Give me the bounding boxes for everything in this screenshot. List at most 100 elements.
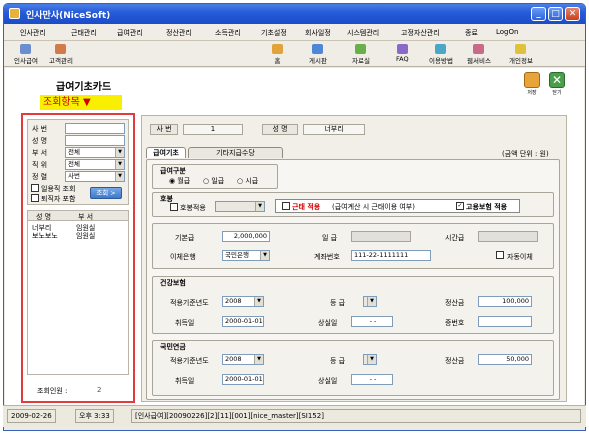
health-cert-input[interactable] (478, 316, 532, 327)
hobong-check-label: 호봉적용 (180, 204, 206, 212)
home-icon (272, 44, 283, 54)
toolbar-label: 홈 (274, 57, 281, 65)
menu-exit[interactable]: 종료 (465, 28, 478, 38)
menu-basic-settings[interactable]: 기초설정 (261, 28, 287, 38)
menu-hr[interactable]: 인사관리 (20, 28, 46, 38)
toolbar-label: 게시판 (309, 57, 327, 65)
chevron-down-icon: ▼ (115, 148, 124, 157)
chevron-down-icon: ▼ (254, 355, 263, 364)
daily-pay-value (351, 231, 411, 242)
title-bar[interactable]: 인사만사(NiceSoft) _ □ ✕ (4, 4, 585, 24)
health-cert-label: 증번호 (445, 319, 465, 327)
menu-attendance[interactable]: 근태관리 (71, 28, 97, 38)
menu-system[interactable]: 시스템관리 (347, 28, 379, 38)
close-label: 닫기 (552, 90, 562, 96)
toolbar-label: 자료실 (352, 57, 370, 65)
toolbar-board-button[interactable]: 게시판 (309, 44, 327, 65)
col-name-header: 성 명 (36, 213, 52, 221)
bank-select[interactable]: 국민은행 ▼ (222, 250, 270, 261)
health-lose-input[interactable]: - - (351, 316, 393, 327)
menu-payroll[interactable]: 급여관리 (117, 28, 143, 38)
employment-insurance-checkbox[interactable]: ✓ (456, 202, 464, 210)
status-date: 2009-02-26 (7, 409, 56, 423)
employee-list: 성 명 부 서 너부리 임원실 보노보노 임원실 (27, 210, 129, 375)
health-get-input[interactable]: 2000-01-01 (222, 316, 264, 327)
pay-type-title: 급여구분 (160, 167, 186, 175)
pension-year-select[interactable]: 2008 ▼ (222, 354, 264, 365)
toolbar-label: 인사급여 (14, 57, 38, 65)
emp-sabun-value: 1 (183, 124, 243, 135)
search-button[interactable]: 조회 > (90, 187, 122, 199)
tab-pay-basic[interactable]: 급여기초 (146, 147, 186, 158)
toolbar-privacy-button[interactable]: 개인정보 (509, 44, 533, 65)
bank-value: 국민은행 (225, 251, 249, 259)
toolbar-customer-button[interactable]: 고객관리 (49, 44, 73, 65)
health-year-select[interactable]: 2008 ▼ (222, 296, 264, 307)
pension-group (152, 340, 554, 396)
name-input[interactable] (65, 135, 125, 146)
dept-label: 부 서 (32, 149, 48, 157)
daily-worker-checkbox[interactable] (31, 184, 39, 192)
list-item-dept: 임원실 (76, 232, 96, 240)
status-time: 오후 3:33 (75, 409, 114, 423)
menu-schedule[interactable]: 회사일정 (305, 28, 331, 38)
save-button[interactable]: 저장 (524, 72, 540, 96)
toolbar-library-button[interactable]: 자료실 (352, 44, 370, 65)
toolbar-web-button[interactable]: 웹서비스 (467, 44, 491, 65)
pension-get-input[interactable]: 2000-01-01 (222, 374, 264, 385)
radio-hourly[interactable]: ○ 시급 (237, 176, 258, 186)
pension-grade-select[interactable]: ▼ (363, 354, 377, 365)
employment-insurance-label: 고용보험 적용 (466, 203, 508, 211)
minimize-button[interactable]: _ (531, 7, 546, 21)
position-label: 직 위 (32, 161, 48, 169)
sort-select[interactable]: 사번 ▼ (65, 171, 125, 182)
health-calc-label: 정산금 (445, 299, 465, 307)
position-select[interactable]: 전체 ▼ (65, 159, 125, 170)
radio-hourly-label: 시급 (245, 177, 259, 185)
radio-monthly[interactable]: ◉ 월급 (169, 176, 190, 186)
bank-label: 이체은행 (170, 253, 196, 261)
health-calc-input[interactable]: 100,000 (478, 296, 532, 307)
health-grade-select[interactable]: ▼ (363, 296, 377, 307)
salary-group (152, 223, 554, 269)
menu-bar: 인사관리 근태관리 급여관리 정산관리 소득관리 기초설정 회사일정 시스템관리… (4, 24, 585, 41)
menu-income[interactable]: 소득관리 (215, 28, 241, 38)
hobong-select[interactable]: ▼ (215, 201, 265, 212)
radio-daily-label: 일급 (211, 177, 225, 185)
pension-year-value: 2008 (225, 355, 242, 363)
radio-daily[interactable]: ○ 일급 (203, 176, 224, 186)
close-page-button[interactable]: ✕ 닫기 (549, 72, 565, 96)
customer-icon (55, 44, 67, 54)
privacy-icon (515, 44, 527, 54)
attendance-apply-checkbox[interactable] (282, 202, 290, 210)
toolbar-faq-button[interactable]: FAQ (396, 44, 409, 63)
sabun-label: 사 번 (32, 125, 48, 133)
radio-monthly-label: 월급 (177, 177, 191, 185)
menu-logon[interactable]: LogOn (496, 28, 518, 36)
account-input[interactable]: 111-22-1111111 (351, 250, 431, 261)
account-label: 계좌번호 (314, 253, 340, 261)
dept-select[interactable]: 전체 ▼ (65, 147, 125, 158)
toolbar-home-button[interactable]: 홈 (272, 44, 283, 65)
toolbar-label: 웹서비스 (467, 57, 491, 65)
auto-transfer-checkbox[interactable] (496, 251, 504, 259)
web-icon (473, 44, 485, 54)
toolbar-label: 고객관리 (49, 57, 73, 65)
pension-calc-label: 정산금 (445, 357, 465, 365)
tab-other-allowance[interactable]: 기타지급수당 (188, 147, 283, 158)
hobong-checkbox[interactable] (170, 203, 178, 211)
close-button[interactable]: ✕ (565, 7, 580, 21)
maximize-button[interactable]: □ (548, 7, 563, 21)
base-pay-input[interactable]: 2,000,000 (222, 231, 270, 242)
pension-lose-label: 상실일 (318, 377, 338, 385)
health-insurance-title: 건강보험 (160, 279, 186, 287)
retired-checkbox[interactable] (31, 194, 39, 202)
toolbar-guide-button[interactable]: 이용방법 (429, 44, 453, 65)
menu-fixed-assets[interactable]: 고정자산관리 (401, 28, 440, 38)
toolbar-payroll-button[interactable]: 인사급여 (14, 44, 38, 65)
sabun-input[interactable] (65, 123, 125, 134)
pension-calc-input[interactable]: 50,000 (478, 354, 532, 365)
menu-settlement[interactable]: 정산관리 (166, 28, 192, 38)
pension-lose-input[interactable]: - - (351, 374, 393, 385)
pension-year-label: 적용기준년도 (170, 357, 209, 365)
